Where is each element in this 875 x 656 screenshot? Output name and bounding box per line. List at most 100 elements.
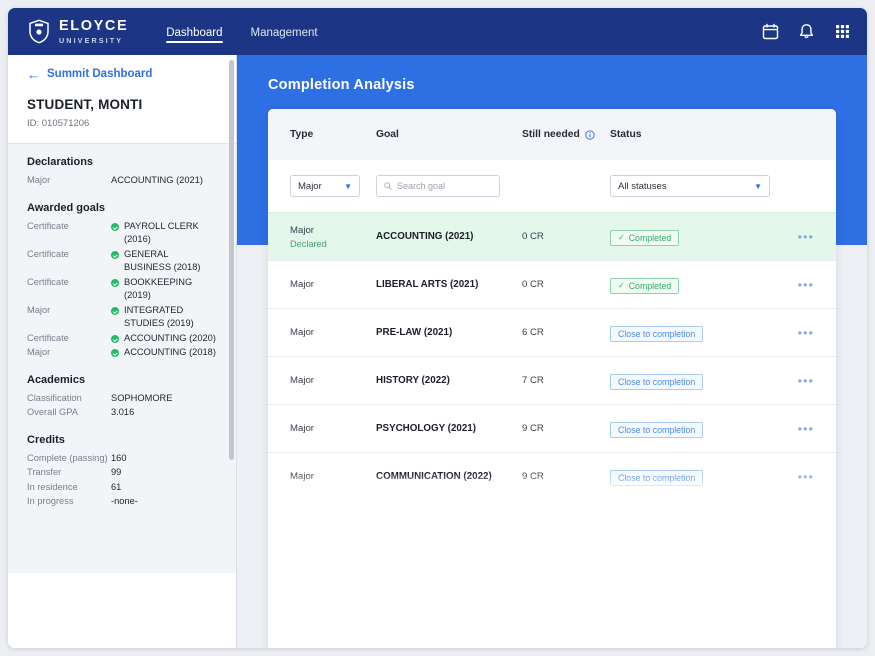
table-row[interactable]: Major HISTORY (2022) 7 CR Close to compl… xyxy=(268,356,836,404)
awarded-goals-heading: Awarded goals xyxy=(27,202,217,214)
row-type: Major xyxy=(290,225,376,236)
column-header-goal: Goal xyxy=(376,129,522,140)
brand-name: ELOYCE xyxy=(59,19,128,34)
row-type: Major xyxy=(290,375,376,386)
status-badge-label: Close to completion xyxy=(618,425,695,435)
awarded-goal-row: Major ACCOUNTING (2018) xyxy=(27,346,217,360)
row-actions-cell: ••• xyxy=(778,420,814,438)
row-goal: COMMUNICATION (2022) xyxy=(376,471,522,482)
credits-value: 99 xyxy=(111,466,217,480)
credits-value: -none- xyxy=(111,495,217,509)
column-header-still-needed: Still needed xyxy=(522,129,610,140)
credits-row: In progress -none- xyxy=(27,495,217,509)
row-menu-button[interactable]: ••• xyxy=(798,230,814,244)
check-badge-icon xyxy=(111,335,119,343)
awarded-goal-value: BOOKKEEPING (2019) xyxy=(124,276,217,303)
awarded-goal-label: Certificate xyxy=(27,248,111,275)
row-type-sub: Declared xyxy=(290,239,376,249)
credits-heading: Credits xyxy=(27,434,217,446)
row-type: Major xyxy=(290,471,376,482)
check-badge-icon xyxy=(111,349,119,357)
row-menu-button[interactable]: ••• xyxy=(798,278,814,292)
table-row[interactable]: Major PRE-LAW (2021) 6 CR Close to compl… xyxy=(268,308,836,356)
status-badge: Close to completion xyxy=(610,374,703,390)
nav-icon-group xyxy=(762,23,851,40)
row-goal: LIBERAL ARTS (2021) xyxy=(376,279,522,290)
search-goal-input[interactable]: Search goal xyxy=(376,175,500,197)
filter-status-cell: All statuses ▼ xyxy=(610,175,778,197)
sidebar-scrollbar[interactable] xyxy=(229,60,234,460)
row-menu-button[interactable]: ••• xyxy=(798,470,814,484)
completion-analysis-card: Type Goal Still needed Status xyxy=(268,109,836,648)
row-still-needed: 6 CR xyxy=(522,327,610,338)
check-badge-icon xyxy=(111,307,119,315)
filter-row: Major ▼ Search goal xyxy=(268,160,836,212)
column-header-status: Status xyxy=(610,129,778,140)
row-status-cell: Close to completion xyxy=(610,372,778,390)
apps-grid-icon[interactable] xyxy=(834,23,851,40)
status-badge-label: Completed xyxy=(629,233,672,243)
brand-logo[interactable]: ELOYCE UNIVERSITY xyxy=(28,19,128,44)
type-filter-value: Major xyxy=(298,181,322,192)
page-title: Completion Analysis xyxy=(268,77,415,93)
chevron-down-icon: ▼ xyxy=(754,182,762,191)
check-badge-icon xyxy=(111,279,119,287)
awarded-goal-value: GENERAL BUSINESS (2018) xyxy=(124,248,217,275)
info-icon[interactable] xyxy=(585,130,595,140)
shield-icon xyxy=(28,19,50,44)
credits-row: Complete (passing) 160 xyxy=(27,452,217,466)
row-goal: PSYCHOLOGY (2021) xyxy=(376,423,522,434)
status-badge: Close to completion xyxy=(610,326,703,342)
filter-type-cell: Major ▼ xyxy=(290,175,376,197)
declaration-row: Major ACCOUNTING (2021) xyxy=(27,174,217,188)
row-menu-button[interactable]: ••• xyxy=(798,326,814,340)
status-filter-select[interactable]: All statuses ▼ xyxy=(610,175,770,197)
student-id: ID: 010571206 xyxy=(27,118,217,129)
nav-links: Dashboard Management xyxy=(166,8,317,55)
row-actions-cell: ••• xyxy=(778,468,814,486)
top-navbar: ELOYCE UNIVERSITY Dashboard Management xyxy=(8,8,867,55)
row-goal: PRE-LAW (2021) xyxy=(376,327,522,338)
row-goal: ACCOUNTING (2021) xyxy=(376,231,522,242)
row-still-needed: 0 CR xyxy=(522,279,610,290)
academics-label: Overall GPA xyxy=(27,406,111,420)
academics-value: 3.016 xyxy=(111,406,217,420)
row-status-cell: Close to completion xyxy=(610,420,778,438)
check-icon: ✓ xyxy=(618,282,625,290)
table-row[interactable]: Major COMMUNICATION (2022) 9 CR Close to… xyxy=(268,452,836,500)
nav-tab-dashboard[interactable]: Dashboard xyxy=(166,8,222,55)
nav-tab-management[interactable]: Management xyxy=(251,8,318,55)
row-type: Major xyxy=(290,327,376,338)
row-status-cell: Close to completion xyxy=(610,468,778,486)
student-name: STUDENT, MONTI xyxy=(27,97,217,112)
awarded-goal-row: Certificate ACCOUNTING (2020) xyxy=(27,332,217,346)
row-menu-button[interactable]: ••• xyxy=(798,374,814,388)
credits-label: Complete (passing) xyxy=(27,452,111,466)
row-actions-cell: ••• xyxy=(778,276,814,294)
table-row[interactable]: Major LIBERAL ARTS (2021) 0 CR ✓ Complet… xyxy=(268,260,836,308)
app-body: ← Summit Dashboard STUDENT, MONTI ID: 01… xyxy=(8,55,867,648)
credits-label: In progress xyxy=(27,495,111,509)
calendar-icon[interactable] xyxy=(762,23,779,40)
type-filter-select[interactable]: Major ▼ xyxy=(290,175,360,197)
awarded-goal-value: ACCOUNTING (2020) xyxy=(124,332,216,346)
awarded-goal-row: Major INTEGRATED STUDIES (2019) xyxy=(27,304,217,331)
table-header: Type Goal Still needed Status xyxy=(268,109,836,160)
status-badge: ✓ Completed xyxy=(610,230,679,246)
row-still-needed: 9 CR xyxy=(522,423,610,434)
status-badge-label: Close to completion xyxy=(618,377,695,387)
row-menu-button[interactable]: ••• xyxy=(798,422,814,436)
table-row[interactable]: Major PSYCHOLOGY (2021) 9 CR Close to co… xyxy=(268,404,836,452)
academics-heading: Academics xyxy=(27,374,217,386)
status-badge-label: Completed xyxy=(629,281,672,291)
back-label: Summit Dashboard xyxy=(47,68,152,80)
bell-icon[interactable] xyxy=(798,23,815,40)
row-still-needed: 9 CR xyxy=(522,471,610,482)
arrow-left-icon: ← xyxy=(27,68,40,81)
status-badge-label: Close to completion xyxy=(618,473,695,483)
check-badge-icon xyxy=(111,251,119,259)
back-to-summit-dashboard[interactable]: ← Summit Dashboard xyxy=(8,55,236,93)
table-row[interactable]: Major Declared ACCOUNTING (2021) 0 CR ✓ … xyxy=(268,212,836,260)
check-badge-icon xyxy=(111,223,119,231)
row-actions-cell: ••• xyxy=(778,228,814,246)
